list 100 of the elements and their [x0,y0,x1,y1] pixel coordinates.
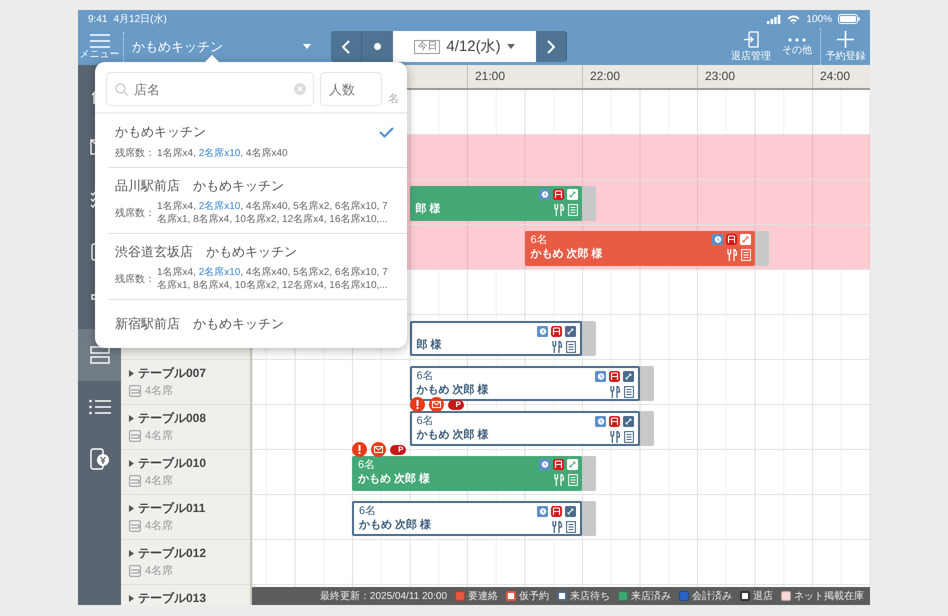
clock-icon [594,416,606,427]
expand-caret-icon[interactable] [129,594,134,602]
clock-icon [539,189,550,200]
cutlery-icon [552,521,563,533]
memo-icon [566,341,576,353]
table-name: テーブル011 [138,501,206,515]
seat-icon [129,430,141,442]
reservation-block[interactable]: 郎 様 [410,321,582,356]
legend-label: 退店 [753,590,773,603]
table-name: テーブル010 [138,456,206,470]
party-size: 6名 [416,369,434,383]
cutlery-icon [554,204,565,216]
cutlery-icon [552,341,563,353]
signal-icon [767,14,782,24]
expand-caret-icon[interactable] [129,414,134,422]
store-option[interactable]: 渋谷道玄坂店 かもめキッチン 残席数： 1名席x4, 2名席x10, 4名席x40, 5名席x2, 6名席x10, 7名席x1, 8名席x4, 10名席x2, 12名席x4, 16名席x10,... [108,234,407,300]
guest-name: 郎 様 [416,338,442,353]
search-icon [115,83,128,96]
table-name: テーブル008 [138,411,206,425]
hour-label: 24:00 [812,65,850,88]
hour-label: 22:00 [582,65,620,88]
reservation-block[interactable]: 6名 かもめ 次郎 様 [410,411,640,446]
legend-label: ネット掲載在庫 [794,590,864,603]
wifi-icon [787,14,800,24]
expand-caret-icon[interactable] [129,460,134,466]
seat-capacity: 4名席 [145,564,174,578]
search-field[interactable]: 店名 [106,72,314,106]
clock-icon [594,371,606,382]
cutlery-icon [554,474,565,486]
expand-caret-icon[interactable] [129,550,134,556]
yen-phone-icon [90,448,110,470]
guest-name: かもめ 次郎 様 [530,247,603,262]
store-option[interactable]: かもめキッチン 残席数： 1名席x4, 2名席x10, 4名席x40 [108,114,407,168]
legend-label: 来店待ち [570,590,610,603]
time-track[interactable] [252,540,870,585]
guest-name: 郎 様 [416,202,441,217]
guest-name: かもめ 次郎 様 [358,472,430,487]
people-unit: 名 [388,92,399,106]
check-icon [379,126,394,138]
time-track[interactable]: 6名 かもめ 次郎 様 [252,495,870,540]
date-label: 4/12(水) [446,37,501,56]
store-name: かもめキッチン [115,123,206,141]
party-size: 6名 [359,504,376,518]
battery-percent: 100% [806,14,832,24]
status-date: 4月12日(水) [113,12,167,26]
party-size: 6名 [530,233,548,247]
seat-capacity: 4名席 [145,384,174,398]
date-picker[interactable]: 今日 4/12(水) [393,31,536,62]
party-size: 6名 [358,458,376,472]
clock-time: 9:41 [88,14,108,24]
store-option[interactable]: 品川駅前店 かもめキッチン 残席数： 1名席x4, 2名席x10, 4名席x40, 5名席x2, 6名席x10, 7名席x1, 8名席x4, 10名席x2, 12名席x4, 16名席x10,... [108,168,407,234]
legend-label: 来店済み [631,590,671,603]
memo-icon [740,249,750,261]
legend-label: 会計済み [692,590,732,603]
seat-capacity: 4名席 [145,519,174,533]
chevron-right-icon [547,40,555,54]
expand-caret-icon[interactable] [129,504,134,512]
cutlery-icon [610,386,620,398]
expand-caret-icon[interactable] [129,370,134,376]
seats-label: 残席数： [115,272,155,286]
hour-label: 21:00 [467,65,506,88]
table-name: テーブル012 [138,546,206,560]
cutlery-icon [610,431,620,443]
clock-icon [537,326,548,337]
caret-icon [303,44,311,49]
memo-icon [568,474,578,486]
seat-availability: 1名席x4, 2名席x10, 4名席x40 [157,146,288,160]
table-name: テーブル007 [138,366,206,380]
seat-icon [129,385,141,397]
seat-icon [129,520,141,532]
reservation-block[interactable]: 6名 かもめ 次郎 様 [352,501,582,536]
seat-capacity: 4名席 [145,429,174,443]
caret-icon [506,44,515,49]
battery-icon [838,14,860,24]
chevron-left-icon [342,40,350,54]
guest-name: かもめ 次郎 様 [416,383,489,398]
door-icon [743,31,759,48]
more-icon [788,38,806,42]
reservation-block[interactable]: 6名 かもめ 次郎 様 [410,366,640,401]
guest-name: かもめ 次郎 様 [359,518,432,533]
seat-capacity: 4名席 [145,474,174,488]
party-size: 6名 [416,414,434,428]
seats-label: 残席数： [115,146,155,160]
cutlery-icon [726,249,738,261]
hour-label: 23:00 [697,65,736,88]
list-icon [88,399,110,415]
dot-icon [374,43,381,50]
today-badge: 今日 [414,40,440,54]
seat-icon [129,565,141,577]
seats-label: 残席数： [115,206,155,220]
reservation-block[interactable]: 6名 かもめ 次郎 様 [524,231,754,266]
seat-icon [129,475,141,487]
table-name: テーブル013 [138,591,206,605]
memo-icon [566,521,576,533]
plus-icon [837,31,854,48]
people-field[interactable]: 人数 [320,72,382,106]
clock-icon [712,234,722,245]
clock-icon [539,459,550,470]
clock-icon [537,506,548,517]
memo-icon [624,431,634,443]
